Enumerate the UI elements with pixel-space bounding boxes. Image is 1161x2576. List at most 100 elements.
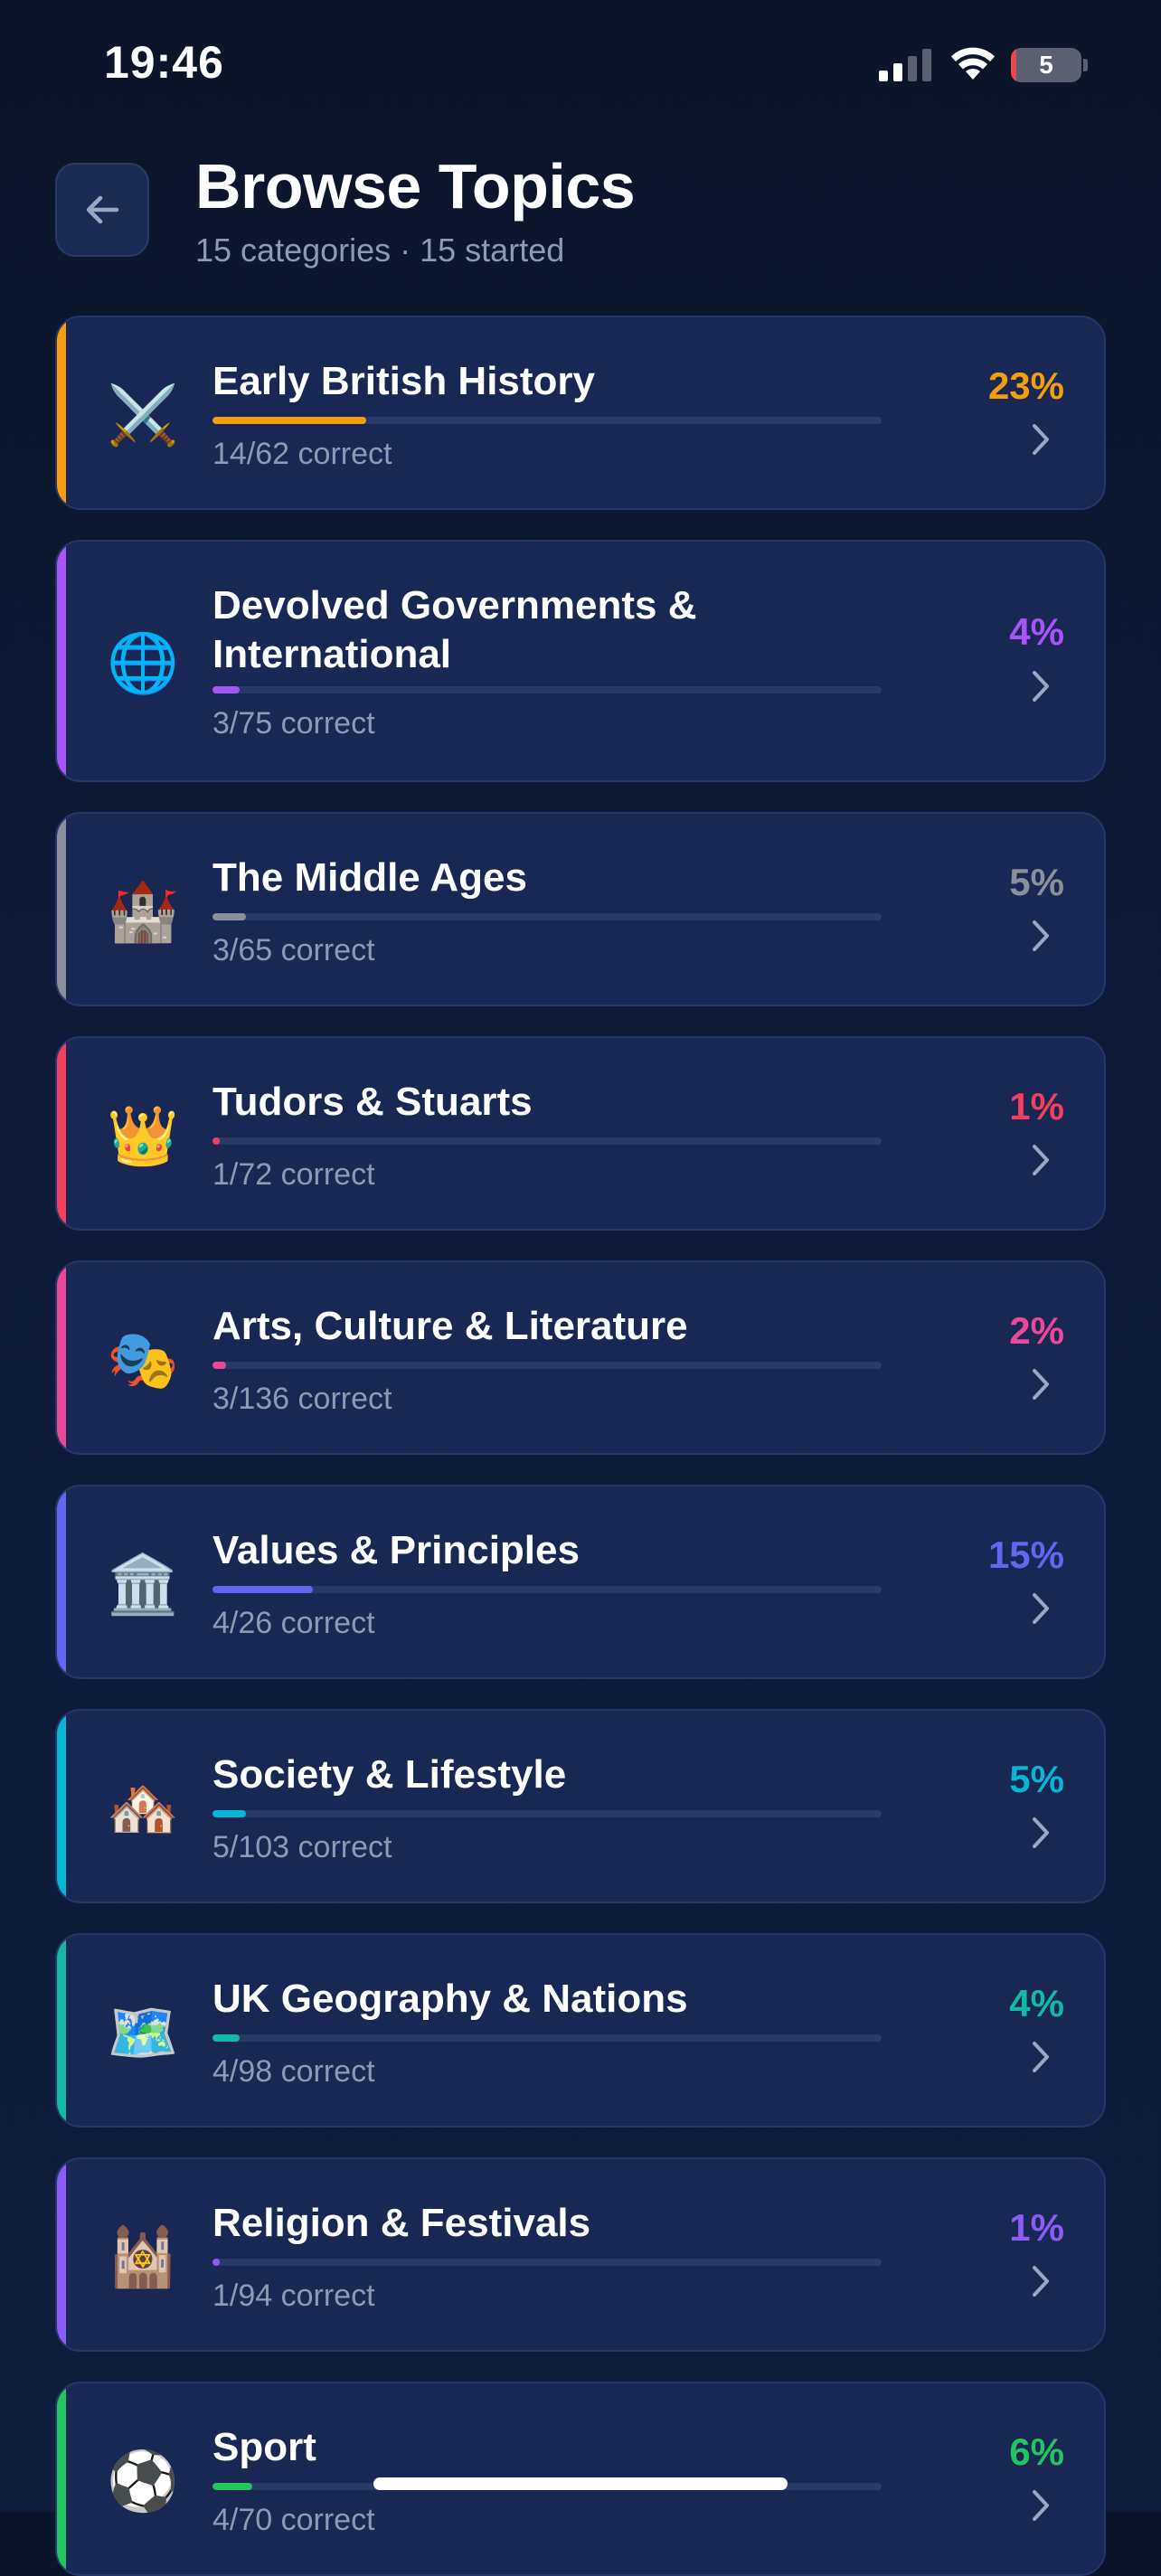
topic-progress-fill xyxy=(212,1137,220,1145)
theater-masks-icon: 🎭 xyxy=(107,1326,179,1392)
topic-title: Tudors & Stuarts xyxy=(212,1080,533,1124)
classical-building-icon: 🏛️ xyxy=(107,1551,179,1617)
topic-progress-bar xyxy=(212,417,882,424)
topic-progress-fill xyxy=(212,2259,220,2266)
topic-progress-bar xyxy=(212,913,882,920)
topic-percent: 2% xyxy=(1009,1309,1064,1352)
topic-percent: 23% xyxy=(987,364,1064,407)
topic-correct-count: 5/103 correct xyxy=(212,1830,392,1864)
back-button[interactable] xyxy=(55,163,149,257)
topic-accent-bar xyxy=(57,317,66,508)
topic-percent: 5% xyxy=(1009,861,1064,903)
battery-level: 5 xyxy=(1039,51,1053,79)
topic-correct-count: 3/65 correct xyxy=(212,933,375,967)
topic-card[interactable]: 🗺️ UK Geography & Nations 4/98 correct 4% xyxy=(55,1933,1106,2128)
topic-progress-fill xyxy=(212,1362,226,1369)
topic-card[interactable]: ⚔️ Early British History 14/62 correct 23% xyxy=(55,316,1106,510)
home-indicator[interactable] xyxy=(373,2477,788,2490)
chevron-right-icon xyxy=(1033,1369,1049,1400)
page-title: Browse Topics xyxy=(195,151,636,222)
topic-title: Values & Principles xyxy=(212,1528,580,1572)
topic-correct-count: 1/72 correct xyxy=(212,1157,375,1192)
castle-icon: 🏰 xyxy=(107,878,179,944)
topic-accent-bar xyxy=(57,542,66,780)
topic-title: UK Geography & Nations xyxy=(212,1977,688,2021)
topic-correct-count: 4/70 correct xyxy=(212,2503,375,2537)
topic-progress-bar xyxy=(212,1137,882,1145)
chevron-right-icon xyxy=(1033,1145,1049,1175)
topic-accent-bar xyxy=(57,1038,66,1229)
topic-correct-count: 4/98 correct xyxy=(212,2054,375,2089)
topic-card[interactable]: 🏘️ Society & Lifestyle 5/103 correct 5% xyxy=(55,1709,1106,1903)
topic-title: Early British History xyxy=(212,359,596,403)
topic-title: Arts, Culture & Literature xyxy=(212,1304,688,1348)
topic-card[interactable]: 🎭 Arts, Culture & Literature 3/136 correct… xyxy=(55,1260,1106,1455)
topic-accent-bar xyxy=(57,1935,66,2126)
topic-progress-bar xyxy=(212,686,882,694)
chevron-right-icon xyxy=(1033,920,1049,951)
topic-card[interactable]: 🌐 Devolved Governments & International 3/7… xyxy=(55,540,1106,782)
topic-accent-bar xyxy=(57,1486,66,1677)
chevron-right-icon xyxy=(1033,424,1049,455)
chevron-right-icon xyxy=(1033,2490,1049,2521)
topic-correct-count: 4/26 correct xyxy=(212,1606,375,1640)
battery-icon: 5 xyxy=(1011,48,1081,82)
topic-progress-bar xyxy=(212,2034,882,2042)
status-bar: 19:46 5 xyxy=(0,0,1161,127)
topic-correct-count: 3/136 correct xyxy=(212,1382,392,1416)
map-icon: 🗺️ xyxy=(107,1999,179,2065)
topic-title: Society & Lifestyle xyxy=(212,1752,567,1797)
topic-card[interactable]: 🏛️ Values & Principles 4/26 correct 15% xyxy=(55,1485,1106,1679)
topic-title: Sport xyxy=(212,2425,316,2469)
topic-title: Religion & Festivals xyxy=(212,2201,591,2245)
topic-accent-bar xyxy=(57,1711,66,1901)
cellular-signal-icon xyxy=(879,49,931,81)
topic-progress-fill xyxy=(212,1586,313,1593)
topic-accent-bar xyxy=(57,2383,66,2574)
topic-progress-fill xyxy=(212,913,246,920)
topic-progress-fill xyxy=(212,686,240,694)
arrow-left-icon xyxy=(86,195,119,224)
chevron-right-icon xyxy=(1033,671,1049,702)
topic-progress-bar xyxy=(212,1810,882,1817)
topic-percent: 15% xyxy=(987,1533,1064,1576)
status-time: 19:46 xyxy=(104,37,224,88)
soccer-ball-icon: ⚽ xyxy=(107,2448,179,2514)
topic-accent-bar xyxy=(57,2159,66,2350)
topic-percent: 4% xyxy=(1009,1982,1064,2024)
topic-card[interactable]: 🏰 The Middle Ages 3/65 correct 5% xyxy=(55,812,1106,1006)
topic-correct-count: 3/75 correct xyxy=(212,706,375,741)
topic-percent: 1% xyxy=(1009,1085,1064,1128)
topic-progress-bar xyxy=(212,1586,882,1593)
synagogue-icon: 🕍 xyxy=(107,2223,179,2289)
topic-title: The Middle Ages xyxy=(212,855,527,900)
page-subtitle: 15 categories · 15 started xyxy=(195,231,565,269)
topic-progress-fill xyxy=(212,2483,252,2490)
wifi-icon xyxy=(951,47,995,80)
topic-progress-fill xyxy=(212,2034,240,2042)
chevron-right-icon xyxy=(1033,1593,1049,1624)
topic-card[interactable]: 🕍 Religion & Festivals 1/94 correct 1% xyxy=(55,2157,1106,2352)
topic-percent: 6% xyxy=(1009,2430,1064,2473)
topic-title: Devolved Governments & International xyxy=(212,583,697,676)
chevron-right-icon xyxy=(1033,2266,1049,2297)
topic-percent: 5% xyxy=(1009,1758,1064,1800)
topic-progress-fill xyxy=(212,417,366,424)
crown-icon: 👑 xyxy=(107,1102,179,1168)
topic-card[interactable]: 👑 Tudors & Stuarts 1/72 correct 1% xyxy=(55,1036,1106,1231)
houses-icon: 🏘️ xyxy=(107,1775,179,1841)
topic-progress-fill xyxy=(212,1810,246,1817)
topic-progress-bar xyxy=(212,2259,882,2266)
topic-percent: 4% xyxy=(1009,610,1064,653)
topic-accent-bar xyxy=(57,814,66,1005)
battery-tip xyxy=(1083,59,1088,71)
topic-correct-count: 14/62 correct xyxy=(212,437,392,471)
chevron-right-icon xyxy=(1033,2042,1049,2072)
topic-percent: 1% xyxy=(1009,2206,1064,2249)
chevron-right-icon xyxy=(1033,1817,1049,1848)
globe-icon: 🌐 xyxy=(107,630,179,695)
topic-accent-bar xyxy=(57,1262,66,1453)
topic-progress-bar xyxy=(212,1362,882,1369)
topic-correct-count: 1/94 correct xyxy=(212,2279,375,2313)
crossed-swords-icon: ⚔️ xyxy=(107,382,179,448)
